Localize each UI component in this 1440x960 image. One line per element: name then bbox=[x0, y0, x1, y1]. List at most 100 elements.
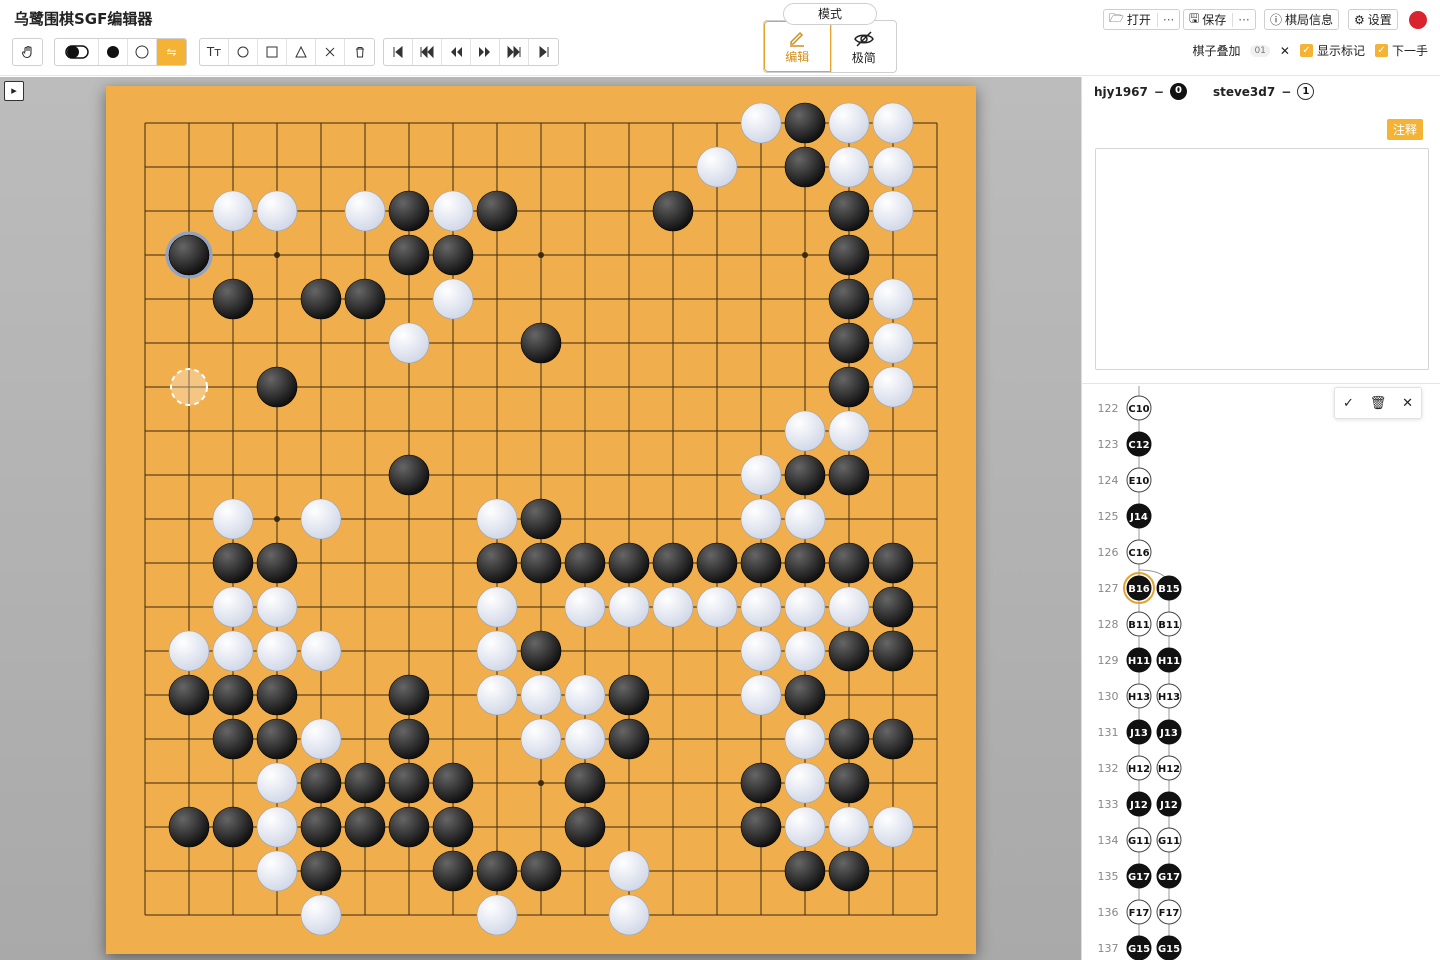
white-stone[interactable] bbox=[300, 498, 342, 540]
white-stone[interactable] bbox=[828, 146, 870, 188]
black-stone[interactable] bbox=[564, 542, 606, 584]
white-stone[interactable] bbox=[784, 498, 826, 540]
white-stone[interactable] bbox=[256, 806, 298, 848]
sidebar-toggle-icon[interactable]: ▸ bbox=[4, 81, 24, 101]
black-stone[interactable] bbox=[388, 718, 430, 760]
white-stone[interactable] bbox=[652, 586, 694, 628]
black-stone[interactable] bbox=[388, 762, 430, 804]
tree-node[interactable]: B11 bbox=[1126, 611, 1152, 637]
black-stone[interactable] bbox=[344, 806, 386, 848]
game-info-button[interactable]: ⓘ 棋局信息 bbox=[1264, 9, 1340, 30]
comment-button[interactable]: 注释 bbox=[1387, 119, 1424, 140]
white-stone[interactable] bbox=[872, 190, 914, 232]
first-move-icon[interactable] bbox=[384, 39, 413, 65]
white-stone[interactable] bbox=[872, 102, 914, 144]
black-stone[interactable] bbox=[828, 542, 870, 584]
black-stone[interactable] bbox=[212, 806, 254, 848]
white-stone[interactable] bbox=[520, 718, 562, 760]
black-stone[interactable] bbox=[212, 278, 254, 320]
black-stone[interactable] bbox=[520, 322, 562, 364]
white-stone[interactable] bbox=[784, 806, 826, 848]
white-stone[interactable] bbox=[432, 190, 474, 232]
white-stone[interactable] bbox=[740, 454, 782, 496]
black-stone[interactable] bbox=[608, 542, 650, 584]
cross-mark-icon[interactable] bbox=[316, 39, 345, 65]
show-marks-checkbox[interactable]: ✓ 显示标记 bbox=[1299, 42, 1365, 59]
tree-node[interactable]: G15 bbox=[1126, 935, 1152, 960]
white-stone[interactable] bbox=[740, 102, 782, 144]
white-stone[interactable] bbox=[740, 498, 782, 540]
comment-textarea[interactable] bbox=[1095, 148, 1429, 370]
black-stone[interactable] bbox=[476, 542, 518, 584]
tree-node[interactable]: H11 bbox=[1156, 647, 1182, 673]
white-stone[interactable] bbox=[256, 850, 298, 892]
white-stone[interactable] bbox=[608, 850, 650, 892]
black-stone[interactable] bbox=[872, 718, 914, 760]
fast-forward-icon[interactable] bbox=[500, 39, 529, 65]
tree-node[interactable]: G15 bbox=[1156, 935, 1182, 960]
edit-mode-button[interactable]: 编辑 bbox=[764, 21, 831, 72]
black-stone[interactable] bbox=[828, 278, 870, 320]
move-tree-canvas[interactable]: 122 C10 123 C12 124 E10 125 J14 126 C16 127 B16 B15 1… bbox=[1082, 384, 1440, 960]
close-icon[interactable]: ✕ bbox=[1280, 44, 1290, 58]
black-stone[interactable] bbox=[212, 674, 254, 716]
white-stone[interactable] bbox=[476, 894, 518, 936]
black-stone[interactable] bbox=[388, 454, 430, 496]
white-stone[interactable] bbox=[476, 586, 518, 628]
open-more-button[interactable]: ··· bbox=[1156, 12, 1174, 27]
circle-mark-icon[interactable] bbox=[229, 39, 258, 65]
white-stone[interactable] bbox=[256, 190, 298, 232]
black-stone[interactable] bbox=[652, 542, 694, 584]
tree-node[interactable]: B16 bbox=[1123, 572, 1155, 604]
black-stone[interactable] bbox=[344, 278, 386, 320]
black-stone[interactable] bbox=[828, 762, 870, 804]
black-stone[interactable] bbox=[520, 542, 562, 584]
white-stone[interactable] bbox=[476, 674, 518, 716]
white-stone[interactable] bbox=[564, 586, 606, 628]
black-stone[interactable] bbox=[520, 498, 562, 540]
tree-node[interactable]: E10 bbox=[1126, 467, 1152, 493]
black-stone[interactable] bbox=[828, 322, 870, 364]
black-stone[interactable] bbox=[872, 542, 914, 584]
go-board[interactable] bbox=[106, 86, 976, 954]
check-icon[interactable]: ✓ bbox=[1343, 396, 1354, 411]
tree-node[interactable]: C16 bbox=[1126, 539, 1152, 565]
white-stone[interactable] bbox=[872, 322, 914, 364]
square-mark-icon[interactable] bbox=[258, 39, 287, 65]
black-stone[interactable] bbox=[476, 190, 518, 232]
white-stone[interactable] bbox=[300, 894, 342, 936]
black-stone[interactable] bbox=[696, 542, 738, 584]
white-stone[interactable] bbox=[564, 718, 606, 760]
black-stone[interactable] bbox=[872, 586, 914, 628]
black-stone[interactable] bbox=[828, 190, 870, 232]
white-stone[interactable] bbox=[828, 806, 870, 848]
tree-node[interactable]: J13 bbox=[1156, 719, 1182, 745]
white-stone[interactable] bbox=[212, 190, 254, 232]
tree-node[interactable]: C10 bbox=[1126, 395, 1152, 421]
white-stone[interactable] bbox=[784, 586, 826, 628]
black-stone[interactable] bbox=[828, 850, 870, 892]
move-tree[interactable]: 122 C10 123 C12 124 E10 125 J14 126 C16 127 B16 B15 1… bbox=[1082, 383, 1440, 960]
black-stone[interactable] bbox=[344, 762, 386, 804]
black-stone[interactable] bbox=[256, 718, 298, 760]
white-stone[interactable] bbox=[432, 278, 474, 320]
white-stone[interactable] bbox=[784, 762, 826, 804]
black-stone[interactable] bbox=[388, 674, 430, 716]
black-stone[interactable] bbox=[300, 278, 342, 320]
black-stone[interactable] bbox=[432, 806, 474, 848]
black-stone[interactable] bbox=[212, 718, 254, 760]
black-stone[interactable] bbox=[740, 542, 782, 584]
black-stone[interactable] bbox=[740, 806, 782, 848]
white-stone[interactable] bbox=[256, 762, 298, 804]
black-stone[interactable] bbox=[564, 806, 606, 848]
white-stone[interactable] bbox=[256, 630, 298, 672]
next-move-checkbox[interactable]: ✓ 下一手 bbox=[1374, 42, 1428, 59]
white-stone[interactable] bbox=[476, 498, 518, 540]
black-stone[interactable] bbox=[784, 102, 826, 144]
triangle-mark-icon[interactable] bbox=[287, 39, 316, 65]
white-stone[interactable] bbox=[212, 630, 254, 672]
settings-button[interactable]: ⚙ 设置 bbox=[1348, 9, 1398, 30]
white-stone[interactable] bbox=[344, 190, 386, 232]
black-stone[interactable] bbox=[608, 718, 650, 760]
white-stone[interactable] bbox=[212, 498, 254, 540]
